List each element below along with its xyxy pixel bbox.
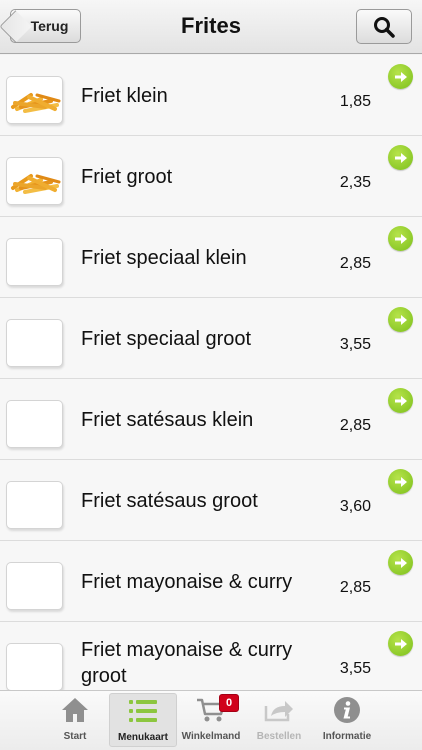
list-item[interactable]: Friet speciaal klein 2,85 [0,217,422,298]
arrow-right-icon[interactable] [388,64,413,89]
tab-start[interactable]: Start [41,693,109,747]
product-thumbnail [6,319,63,367]
item-name: Friet mayonaise & curry [81,570,293,593]
product-thumbnail [6,400,63,448]
item-name: Friet speciaal klein [81,246,247,269]
product-thumbnail [6,76,63,124]
tab-label: Start [63,731,87,742]
product-list: Friet klein 1,85 Friet groot 2,35 Friet … [0,55,422,703]
arrow-right-icon[interactable] [388,550,413,575]
menu-list-icon [129,700,157,722]
tab-menukaart[interactable]: Menukaart [109,693,177,747]
list-item[interactable]: Friet groot 2,35 [0,136,422,217]
share-icon [264,701,293,722]
arrow-right-icon[interactable] [388,631,413,656]
arrow-right-icon[interactable] [388,307,413,332]
list-item[interactable]: Friet satésaus klein 2,85 [0,379,422,460]
item-price: 3,55 [339,660,371,677]
product-thumbnail [6,481,63,529]
fries-image [11,93,61,113]
item-price: 3,55 [339,336,371,353]
tab-winkelmand[interactable]: 0 Winkelmand [177,693,245,747]
search-button[interactable] [356,9,412,44]
item-price: 3,60 [339,498,371,515]
product-thumbnail [6,238,63,286]
tab-label: Menukaart [117,732,168,743]
item-price: 2,35 [339,174,371,191]
product-thumbnail [6,157,63,205]
arrow-right-icon[interactable] [388,226,413,251]
list-item[interactable]: Friet satésaus groot 3,60 [0,460,422,541]
tab-label: Winkelmand [181,731,241,742]
tab-label: Informatie [322,731,372,742]
nav-bar: Terug Frites [0,0,422,54]
arrow-right-icon[interactable] [388,388,413,413]
item-name: Friet satésaus groot [81,489,258,512]
list-item[interactable]: Friet klein 1,85 [0,55,422,136]
fries-image [11,174,61,194]
info-icon [334,697,360,723]
home-icon [62,698,88,722]
arrow-right-icon[interactable] [388,145,413,170]
product-thumbnail [6,643,63,691]
item-price: 2,85 [339,579,371,596]
item-price: 1,85 [339,93,371,110]
item-name: Friet klein [81,84,168,107]
tab-informatie[interactable]: Informatie [313,693,381,747]
list-item[interactable]: Friet mayonaise & curry 2,85 [0,541,422,622]
item-price: 2,85 [339,417,371,434]
tab-label: Bestellen [256,731,302,742]
item-price: 2,85 [339,255,371,272]
list-item[interactable]: Friet speciaal groot 3,55 [0,298,422,379]
item-name: Friet groot [81,165,173,188]
item-name: Friet satésaus klein [81,408,254,431]
arrow-right-icon[interactable] [388,469,413,494]
search-icon [374,16,395,38]
cart-count-badge: 0 [219,694,239,712]
tab-bestellen[interactable]: Bestellen [245,693,313,747]
product-thumbnail [6,562,63,610]
tab-bar: Start Menukaart 0 Winkelmand Bestellen I… [0,690,422,750]
item-name: Friet speciaal groot [81,327,252,350]
